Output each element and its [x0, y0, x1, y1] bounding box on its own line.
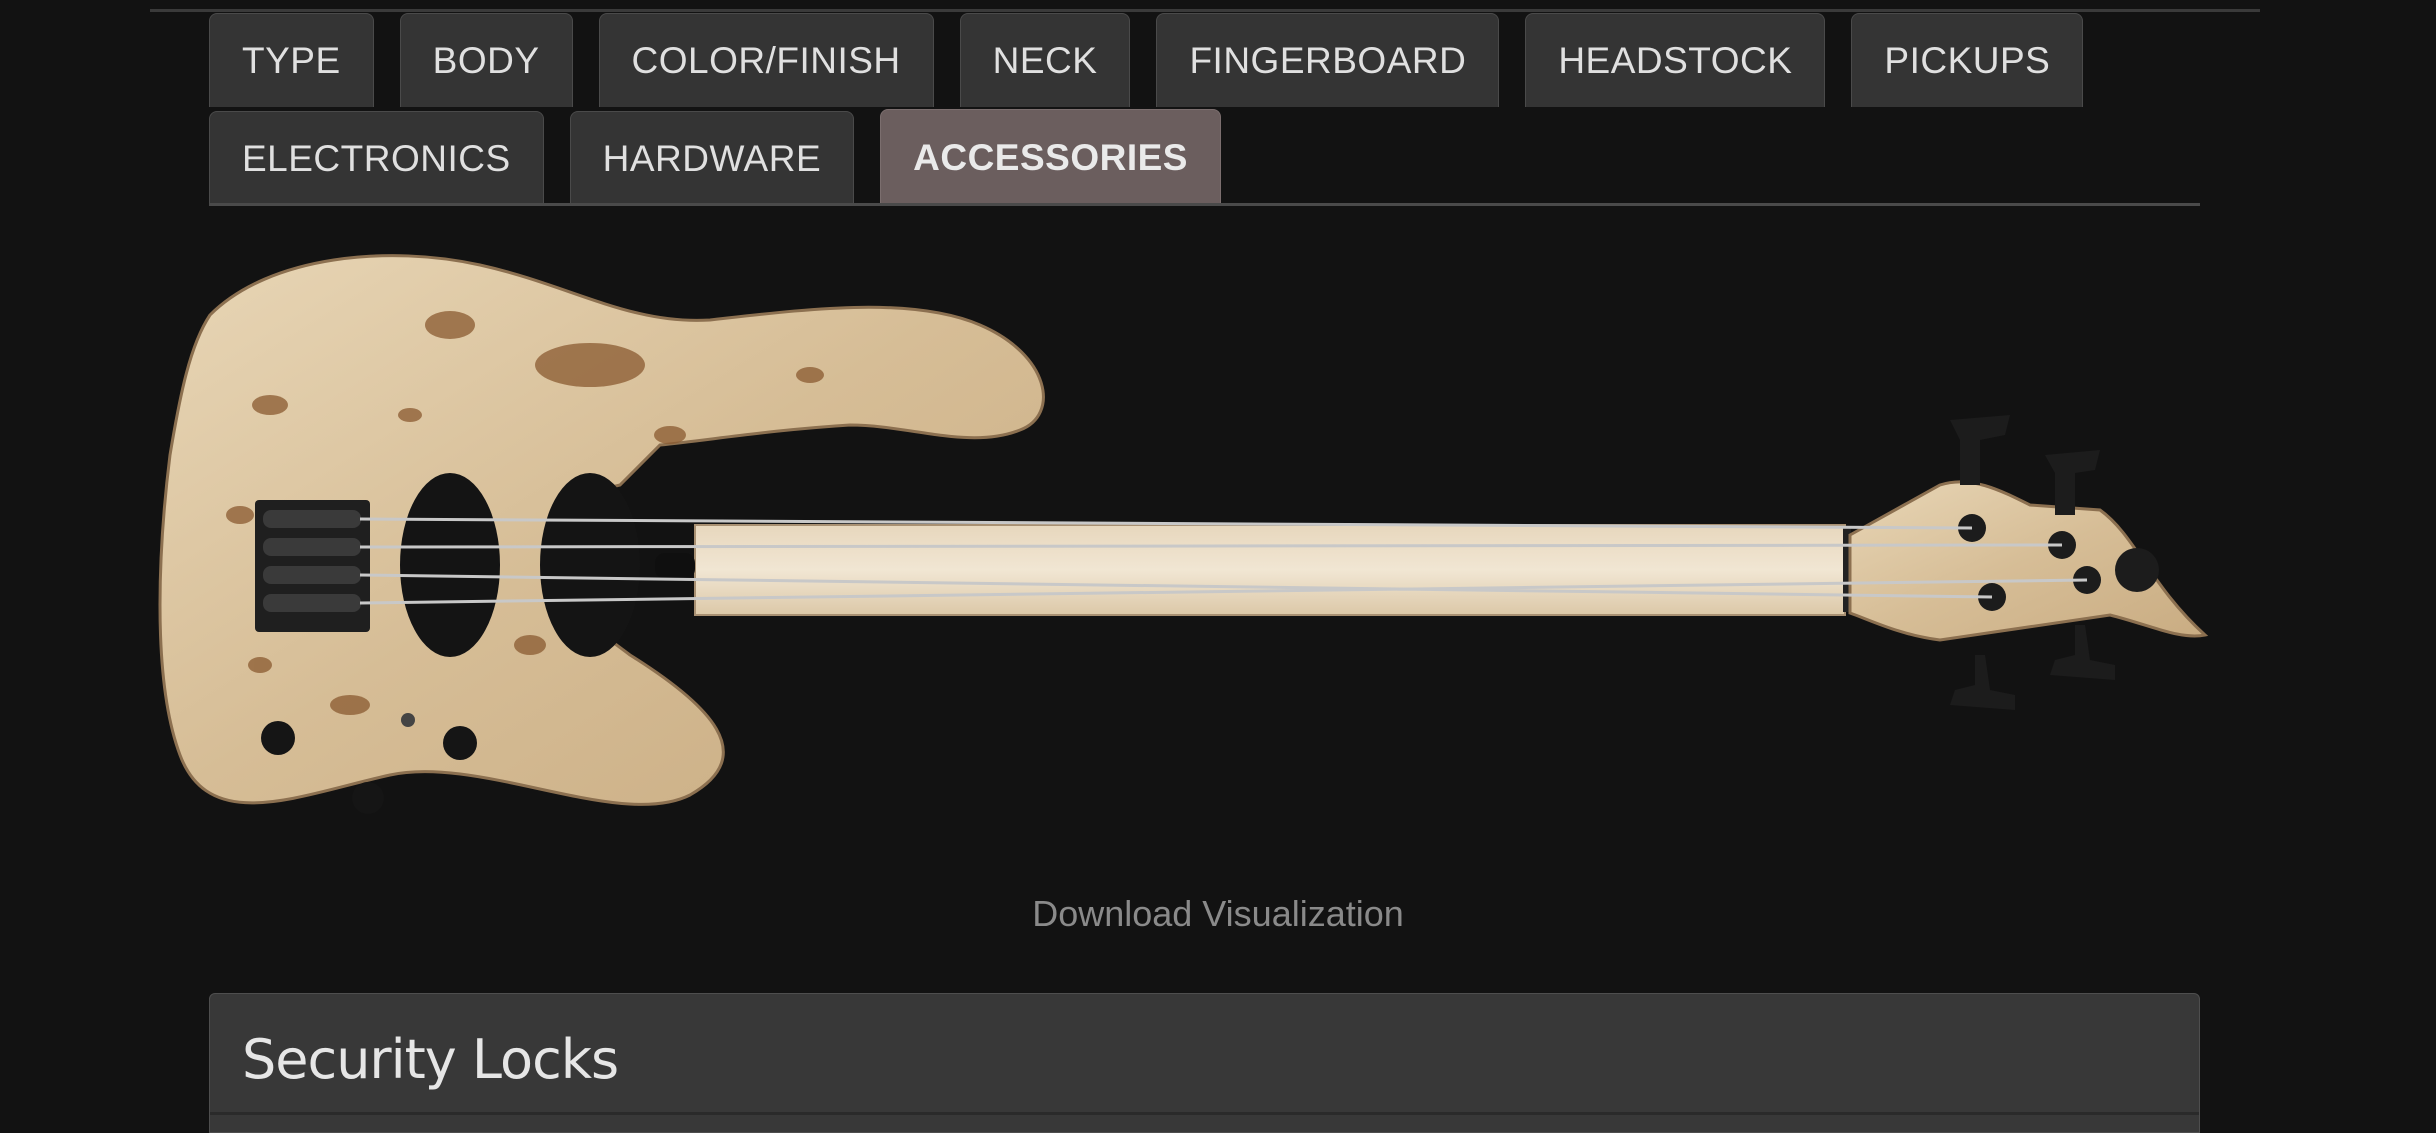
logo-badge — [2115, 548, 2159, 592]
tab-row-1: TYPE BODY COLOR/FINISH NECK FINGERBOARD … — [209, 13, 2399, 107]
panel-title: Security Locks — [242, 1028, 619, 1091]
bridge — [255, 500, 370, 632]
configurator-tabs: TYPE BODY COLOR/FINISH NECK FINGERBOARD … — [209, 13, 2399, 205]
security-locks-panel: Security Locks — [209, 993, 2200, 1133]
guitar-neck — [694, 524, 1846, 616]
tab-type[interactable]: TYPE — [209, 13, 374, 107]
panel-divider — [210, 1112, 2199, 1115]
tab-color-finish[interactable]: COLOR/FINISH — [598, 13, 934, 107]
tab-hardware[interactable]: HARDWARE — [569, 111, 855, 205]
pickup-neck — [540, 473, 640, 657]
tab-fingerboard[interactable]: FINGERBOARD — [1156, 13, 1500, 107]
tab-pickups[interactable]: PICKUPS — [1851, 13, 2084, 107]
tab-accessories[interactable]: ACCESSORIES — [880, 109, 1221, 205]
download-visualization-link[interactable]: Download Visualization — [0, 893, 2436, 935]
tab-neck[interactable]: NECK — [959, 13, 1131, 107]
top-divider — [150, 9, 2260, 12]
tab-row-2: ELECTRONICS HARDWARE ACCESSORIES — [209, 109, 2399, 205]
tab-electronics[interactable]: ELECTRONICS — [209, 111, 544, 205]
pickup-bridge — [400, 473, 500, 657]
tabs-underline — [209, 203, 2200, 206]
truss-rod-access — [655, 553, 695, 579]
tab-body[interactable]: BODY — [399, 13, 573, 107]
bass-guitar-visualization — [158, 254, 2209, 814]
tab-headstock[interactable]: HEADSTOCK — [1525, 13, 1826, 107]
